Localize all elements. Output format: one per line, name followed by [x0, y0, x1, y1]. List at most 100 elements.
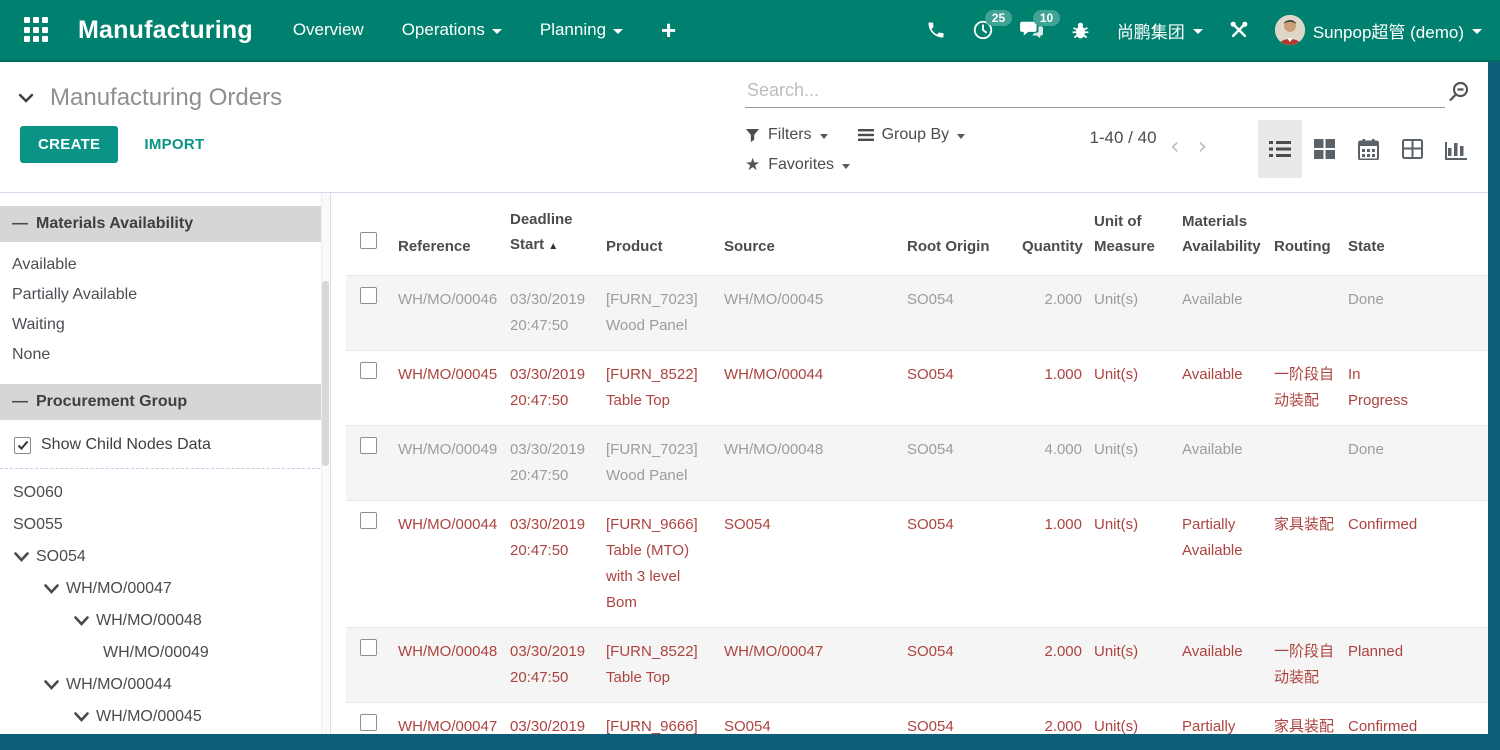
search-options-icon[interactable]: [1447, 80, 1471, 109]
row-checkbox[interactable]: [360, 287, 377, 304]
table-row[interactable]: WH/MO/0004503/30/2019 20:47:50[FURN_8522…: [346, 351, 1488, 426]
cell-state: Confirmed: [1348, 703, 1434, 735]
tree-expand-icon[interactable]: [73, 615, 90, 627]
table-row[interactable]: WH/MO/0004403/30/2019 20:47:50[FURN_9666…: [346, 501, 1488, 628]
cell-root_origin: SO054: [907, 501, 1022, 628]
cell-deadline: 03/30/2019 20:47:50: [510, 426, 606, 501]
breadcrumb-chevron-icon[interactable]: [18, 92, 34, 104]
favorites-dropdown[interactable]: ★ Favorites: [745, 150, 850, 180]
row-checkbox[interactable]: [360, 512, 377, 529]
tree-item[interactable]: SO060: [0, 477, 330, 509]
cell-availability: Partially Available: [1182, 703, 1274, 735]
company-switcher[interactable]: 尚鹏集团: [1117, 18, 1203, 43]
menu-operations[interactable]: Operations: [402, 20, 502, 40]
col-unit-of-measure[interactable]: Unit of Measure: [1094, 193, 1182, 276]
tree-item[interactable]: WH/MO/00049: [0, 637, 330, 669]
col-root-origin[interactable]: Root Origin: [907, 193, 1022, 276]
col-product[interactable]: Product: [606, 193, 724, 276]
col-deadline-start[interactable]: Deadline Start▲: [510, 193, 606, 276]
table-row[interactable]: WH/MO/0004603/30/2019 20:47:50[FURN_7023…: [346, 276, 1488, 351]
cell-routing: 一阶段自动装配: [1274, 351, 1348, 426]
app-title[interactable]: Manufacturing: [78, 16, 253, 45]
materials-availability-items: AvailablePartially AvailableWaitingNone: [0, 250, 330, 370]
cell-source: WH/MO/00044: [724, 351, 907, 426]
tree-expand-icon[interactable]: [43, 679, 60, 691]
tree-item[interactable]: SO055: [0, 509, 330, 541]
filter-item[interactable]: Waiting: [0, 310, 330, 340]
add-menu-button[interactable]: +: [661, 17, 676, 43]
col-materials-availability[interactable]: Materials Availability: [1182, 193, 1274, 276]
row-checkbox[interactable]: [360, 639, 377, 656]
filters-dropdown[interactable]: Filters: [745, 120, 828, 150]
section-materials-availability[interactable]: — Materials Availability: [0, 206, 330, 242]
col-source[interactable]: Source: [724, 193, 907, 276]
caret-down-icon: [613, 29, 623, 34]
col-reference[interactable]: Reference: [398, 193, 510, 276]
developer-tools-icon[interactable]: [1229, 20, 1249, 40]
row-select[interactable]: [346, 501, 398, 628]
tree-item[interactable]: WH/MO/00047: [0, 573, 330, 605]
filter-item[interactable]: Available: [0, 250, 330, 280]
cell-state: Done: [1348, 426, 1434, 501]
cell-uom: Unit(s): [1094, 351, 1182, 426]
tree-item[interactable]: SO054: [0, 541, 330, 573]
row-checkbox[interactable]: [360, 437, 377, 454]
apps-menu-icon[interactable]: [24, 17, 50, 43]
tree-expand-icon[interactable]: [43, 583, 60, 595]
row-checkbox[interactable]: [360, 362, 377, 379]
table-row[interactable]: WH/MO/0004903/30/2019 20:47:50[FURN_7023…: [346, 426, 1488, 501]
view-pivot-button[interactable]: [1390, 120, 1434, 178]
tree-item[interactable]: WH/MO/00044: [0, 669, 330, 701]
pager-next-button[interactable]: ›: [1198, 134, 1208, 158]
messages-icon[interactable]: 10: [1020, 19, 1044, 41]
show-child-nodes-checkbox[interactable]: Show Child Nodes Data: [0, 428, 330, 469]
cell-state: In Progress: [1348, 351, 1434, 426]
tree-item[interactable]: WH/MO/00048: [0, 605, 330, 637]
col-quantity[interactable]: Quantity: [1022, 193, 1094, 276]
row-select[interactable]: [346, 351, 398, 426]
activities-badge: 25: [985, 10, 1012, 26]
col-state[interactable]: State: [1348, 193, 1434, 276]
avatar: [1275, 15, 1305, 45]
view-calendar-button[interactable]: [1346, 120, 1390, 178]
view-kanban-button[interactable]: [1302, 120, 1346, 178]
table-row[interactable]: WH/MO/0004703/30/2019 20:47:50[FURN_9666…: [346, 703, 1488, 735]
sidebar-scrollbar[interactable]: [321, 193, 330, 734]
pager-previous-button[interactable]: ‹: [1170, 134, 1180, 158]
menu-overview[interactable]: Overview: [293, 20, 364, 40]
view-switcher: [1258, 120, 1478, 178]
row-select[interactable]: [346, 426, 398, 501]
section-procurement-group[interactable]: — Procurement Group: [0, 384, 330, 420]
import-button[interactable]: IMPORT: [144, 136, 204, 153]
view-graph-button[interactable]: [1434, 120, 1478, 178]
tree-item-label: WH/MO/00049: [103, 637, 209, 669]
cell-quantity: 1.000: [1022, 501, 1094, 628]
phone-icon[interactable]: [926, 20, 946, 40]
cell-quantity: 2.000: [1022, 628, 1094, 703]
bug-icon[interactable]: [1070, 20, 1091, 41]
tree-expand-icon[interactable]: [73, 711, 90, 723]
tree-item[interactable]: WH/MO/00045: [0, 701, 330, 733]
collapse-icon: —: [12, 215, 26, 233]
select-all-checkbox[interactable]: [346, 193, 398, 276]
filter-item[interactable]: None: [0, 340, 330, 370]
row-checkbox[interactable]: [360, 714, 377, 731]
user-menu[interactable]: Sunpop超管 (demo): [1275, 15, 1482, 45]
caret-down-icon: [1472, 29, 1482, 34]
cell-uom: Unit(s): [1094, 501, 1182, 628]
group-by-dropdown[interactable]: Group By: [858, 120, 966, 150]
row-select[interactable]: [346, 703, 398, 735]
col-routing[interactable]: Routing: [1274, 193, 1348, 276]
activities-icon[interactable]: 25: [972, 19, 994, 41]
tree-expand-icon[interactable]: [13, 551, 30, 563]
filter-item[interactable]: Partially Available: [0, 280, 330, 310]
checkbox-checked-icon[interactable]: [14, 437, 31, 454]
table-row[interactable]: WH/MO/0004803/30/2019 20:47:50[FURN_8522…: [346, 628, 1488, 703]
view-list-button[interactable]: [1258, 120, 1302, 178]
search-input[interactable]: [745, 74, 1445, 108]
create-button[interactable]: CREATE: [20, 126, 118, 163]
cell-reference: WH/MO/00046: [398, 276, 510, 351]
menu-planning[interactable]: Planning: [540, 20, 623, 40]
row-select[interactable]: [346, 628, 398, 703]
row-select[interactable]: [346, 276, 398, 351]
